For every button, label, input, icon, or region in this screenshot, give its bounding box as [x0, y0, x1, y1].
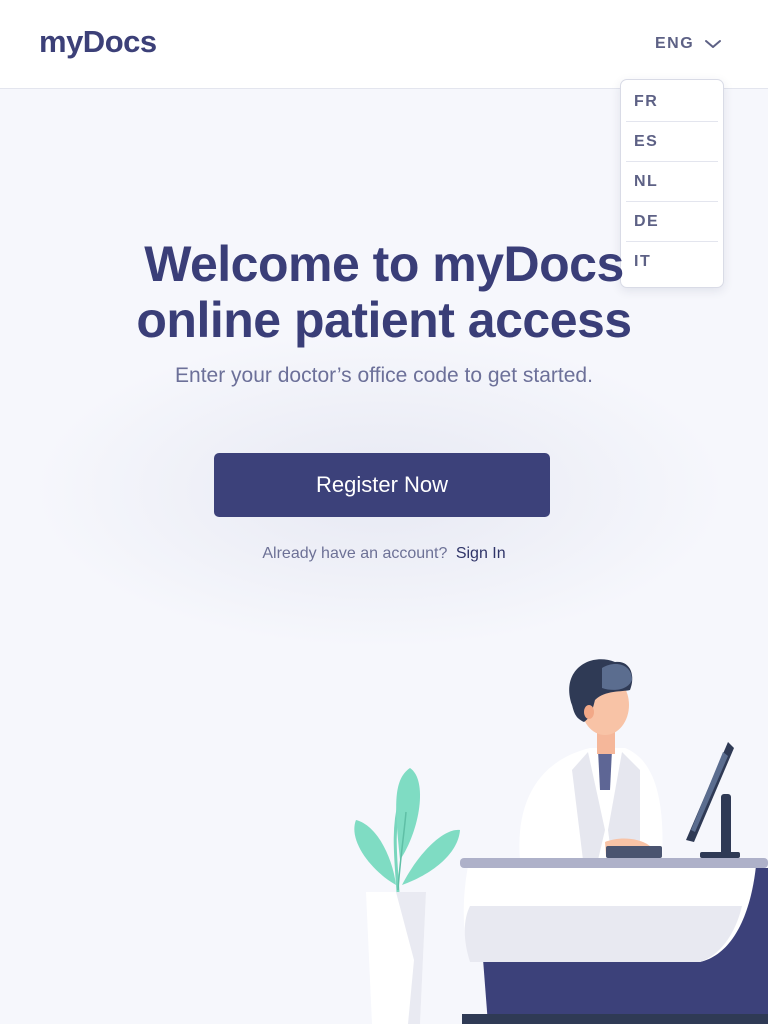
- current-language: ENG: [655, 35, 695, 52]
- potted-plant: [354, 768, 460, 1024]
- hero-title: Welcome to myDocs online patient access: [0, 236, 768, 348]
- chevron-down-icon: [705, 40, 722, 48]
- hero-title-line-1: Welcome to myDocs: [144, 236, 624, 292]
- reception-desk: [460, 858, 768, 1024]
- signin-row: Already have an account? Sign In: [0, 545, 768, 563]
- language-option-es[interactable]: ES: [626, 122, 718, 162]
- hero-subtitle: Enter your doctor’s office code to get s…: [175, 364, 593, 387]
- register-now-button[interactable]: Register Now: [214, 453, 550, 517]
- language-option-fr[interactable]: FR: [626, 82, 718, 122]
- hero-title-line-2: online patient access: [136, 292, 632, 348]
- top-bar: myDocs ENG: [0, 0, 768, 89]
- computer-monitor: [686, 742, 740, 858]
- sign-in-link[interactable]: Sign In: [456, 545, 506, 562]
- mydocs-logo[interactable]: myDocs: [39, 24, 157, 60]
- doctor-at-desk-illustration: [354, 659, 768, 1024]
- language-option-nl[interactable]: NL: [626, 162, 718, 202]
- language-selector[interactable]: ENG: [655, 30, 722, 58]
- doctor-figure: [519, 659, 663, 860]
- signin-prompt: Already have an account?: [262, 545, 448, 562]
